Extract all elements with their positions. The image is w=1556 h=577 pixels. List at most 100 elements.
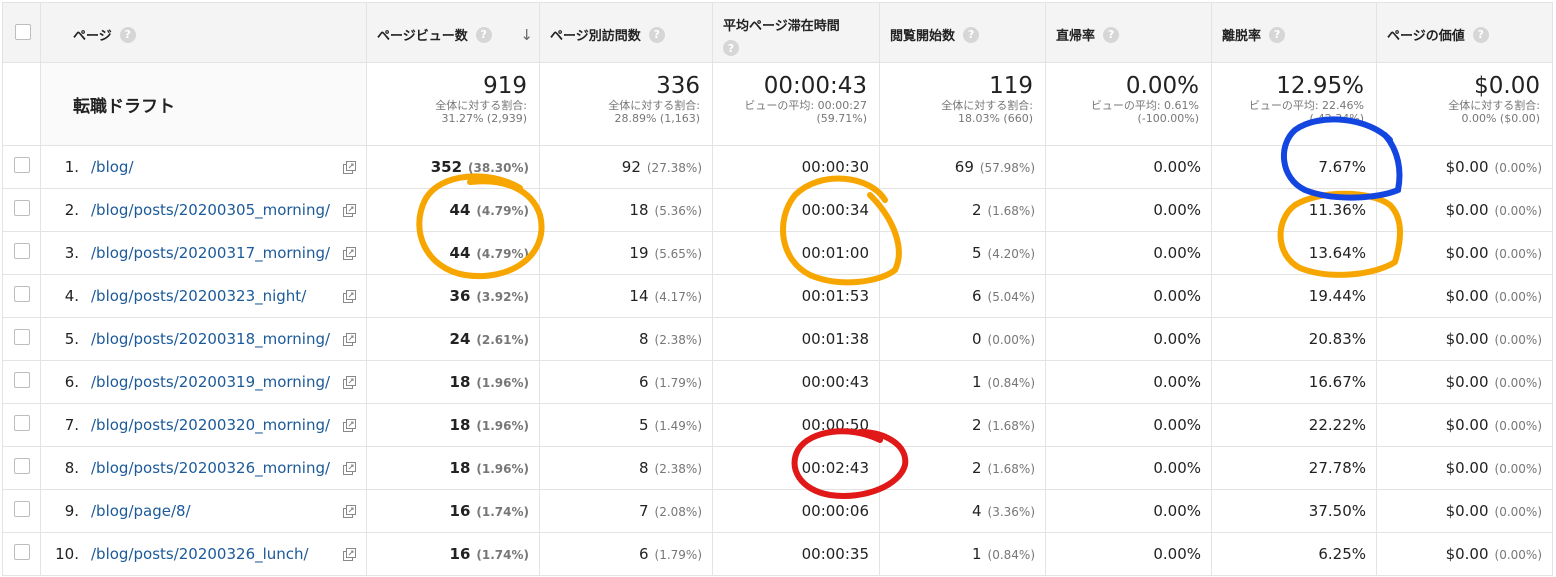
page-link[interactable]: /blog/posts/20200326_morning/ xyxy=(91,459,330,477)
page-cell: 7. /blog/posts/20200320_morning/ xyxy=(40,403,367,447)
summary-page-value: $0.00 全体に対する割合: 0.00% ($0.00) xyxy=(1376,62,1553,146)
table-row: 7. /blog/posts/20200320_morning/18 (1.96%)… xyxy=(2,403,1553,447)
row-checkbox[interactable] xyxy=(13,243,30,259)
row-checkbox[interactable] xyxy=(13,501,30,517)
pageviews-percent: (4.79%) xyxy=(476,204,529,218)
unique-pageviews-value: 14 xyxy=(629,287,649,305)
table-row: 5. /blog/posts/20200318_morning/24 (2.61%)… xyxy=(2,317,1553,361)
unique-pageviews-value: 6 xyxy=(638,373,649,391)
row-checkbox[interactable] xyxy=(13,415,30,431)
page-link[interactable]: /blog/posts/20200319_morning/ xyxy=(91,373,330,391)
summary-entrances: 119 全体に対する割合: 18.03% (660) xyxy=(879,62,1046,146)
open-in-new-window-icon[interactable] xyxy=(343,332,356,346)
row-checkbox[interactable] xyxy=(13,286,30,302)
entrances-value: 4 xyxy=(971,502,982,520)
col-entrances-label: 閲覧開始数 xyxy=(890,29,956,44)
col-entrances[interactable]: 閲覧開始数? xyxy=(879,2,1046,63)
summary-value: 119 xyxy=(989,73,1033,99)
page-link[interactable]: /blog/ xyxy=(91,158,134,176)
col-unique-pageviews[interactable]: ページ別訪問数? xyxy=(539,2,713,63)
page-link[interactable]: /blog/posts/20200323_night/ xyxy=(91,287,306,305)
page-link[interactable]: /blog/posts/20200318_morning/ xyxy=(91,330,330,348)
row-checkbox[interactable] xyxy=(13,157,30,173)
row-select-cell xyxy=(2,231,41,275)
row-checkbox[interactable] xyxy=(13,329,30,345)
col-pageviews[interactable]: ページビュー数? ↓ xyxy=(366,2,540,63)
row-checkbox[interactable] xyxy=(13,458,30,474)
page-link[interactable]: /blog/posts/20200320_morning/ xyxy=(91,416,330,434)
avg-time-cell: 00:01:38 xyxy=(712,317,880,361)
entrances-cell: 1 (0.84%) xyxy=(879,360,1046,404)
property-name: 転職ドラフト xyxy=(40,62,367,146)
pageviews-value: 44 xyxy=(449,201,471,219)
open-in-new-window-icon[interactable] xyxy=(343,461,356,475)
unique-pageviews-cell: 5 (1.49%) xyxy=(539,403,713,447)
open-in-new-window-icon[interactable] xyxy=(343,246,356,260)
col-page-value[interactable]: ページの価値? xyxy=(1376,2,1553,63)
page-link[interactable]: /blog/page/8/ xyxy=(91,502,191,520)
col-unique-pageviews-label: ページ別訪問数 xyxy=(550,29,641,44)
pageviews-percent: (1.74%) xyxy=(476,505,529,519)
avg-time-cell: 00:00:30 xyxy=(712,145,880,189)
entrances-value: 1 xyxy=(971,373,982,391)
open-in-new-window-icon[interactable] xyxy=(343,203,356,217)
page-value-percent: (0.00%) xyxy=(1494,290,1542,304)
open-in-new-window-icon[interactable] xyxy=(343,289,356,303)
row-checkbox[interactable] xyxy=(13,372,30,388)
help-circle-icon[interactable]: ? xyxy=(648,26,665,43)
unique-pageviews-cell: 6 (1.79%) xyxy=(539,532,713,576)
open-in-new-window-icon[interactable] xyxy=(343,160,356,174)
open-in-new-window-icon[interactable] xyxy=(343,418,356,432)
pageviews-percent: (2.61%) xyxy=(476,333,529,347)
page-value-cell: $0.00 (0.00%) xyxy=(1376,145,1553,189)
pageviews-value: 44 xyxy=(449,244,471,262)
select-all-checkbox[interactable] xyxy=(15,24,31,40)
help-circle-icon[interactable]: ? xyxy=(119,26,136,43)
help-circle-icon[interactable]: ? xyxy=(1472,26,1489,43)
help-circle-icon[interactable]: ? xyxy=(723,40,739,56)
row-select-cell xyxy=(2,317,41,361)
entrances-value: 5 xyxy=(971,244,982,262)
row-checkbox[interactable] xyxy=(13,544,30,560)
entrances-value: 6 xyxy=(971,287,982,305)
open-in-new-window-icon[interactable] xyxy=(343,375,356,389)
row-select-cell xyxy=(2,532,41,576)
page-cell: 4. /blog/posts/20200323_night/ xyxy=(40,274,367,318)
col-bounce-rate[interactable]: 直帰率? xyxy=(1045,2,1212,63)
pageviews-percent: (1.96%) xyxy=(476,376,529,390)
col-avg-time[interactable]: 平均ページ滞在時間? xyxy=(712,2,880,63)
pageviews-value: 16 xyxy=(449,545,471,563)
row-index: 2. xyxy=(64,201,79,219)
open-in-new-window-icon[interactable] xyxy=(343,504,356,518)
sort-desc-arrow-icon[interactable]: ↓ xyxy=(520,26,533,44)
entrances-value: 0 xyxy=(971,330,982,348)
row-checkbox[interactable] xyxy=(13,200,30,216)
col-page[interactable]: ページ? xyxy=(40,2,367,63)
row-index: 10. xyxy=(55,545,79,563)
unique-pageviews-value: 6 xyxy=(638,545,649,563)
page-value-cell: $0.00 (0.00%) xyxy=(1376,489,1553,533)
entrances-percent: (3.36%) xyxy=(987,505,1035,519)
summary-sub: ビューの平均: 00:00:27 xyxy=(744,99,867,112)
col-exit-rate[interactable]: 離脱率? xyxy=(1211,2,1377,63)
help-circle-icon[interactable]: ? xyxy=(963,26,980,43)
summary-sub: ビューの平均: 22.46% xyxy=(1248,99,1364,112)
page-link[interactable]: /blog/posts/20200305_morning/ xyxy=(91,201,330,219)
exit-rate-cell: 37.50% xyxy=(1211,489,1377,533)
pageviews-cell: 36 (3.92%) xyxy=(366,274,540,318)
open-in-new-window-icon[interactable] xyxy=(343,547,356,561)
help-circle-icon[interactable]: ? xyxy=(1103,26,1120,43)
help-circle-icon[interactable]: ? xyxy=(1269,26,1286,43)
page-link[interactable]: /blog/posts/20200326_lunch/ xyxy=(91,545,309,563)
help-circle-icon[interactable]: ? xyxy=(475,26,492,43)
table-row: 1. /blog/352 (38.30%) 92 (27.38%) 00:00:30 69 (… xyxy=(2,145,1553,189)
summary-sub: 全体に対する割合: xyxy=(941,99,1033,112)
summary-avg-time: 00:00:43 ビューの平均: 00:00:27 (59.71%) xyxy=(712,62,880,146)
summary-row: 転職ドラフト 919 全体に対する割合: 31.27% (2,939) 336 全体に… xyxy=(2,62,1553,146)
page-value-value: $0.00 xyxy=(1445,416,1489,434)
pageviews-cell: 16 (1.74%) xyxy=(366,489,540,533)
pageviews-value: 16 xyxy=(449,502,471,520)
page-link[interactable]: /blog/posts/20200317_morning/ xyxy=(91,244,330,262)
avg-time-cell: 00:01:00 xyxy=(712,231,880,275)
avg-time-cell: 00:00:34 xyxy=(712,188,880,232)
